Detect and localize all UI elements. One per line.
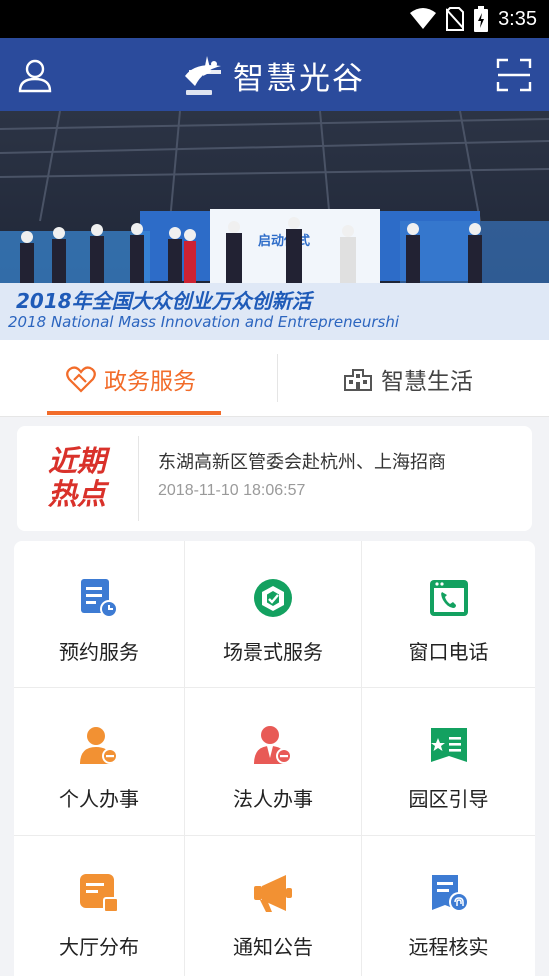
banner-carousel[interactable]: 启动仪式 2018年全国大众创业万众创新活 2018 National Mass…	[0, 111, 549, 340]
services-grid: 预约服务 场景式服务 窗口电话 个人办事 法人办事 园区引导 大厅分布 通知公告…	[14, 541, 535, 976]
service-label: 通知公告	[233, 935, 313, 959]
tab-life-label: 智慧生活	[381, 368, 473, 395]
scene-service-icon	[254, 579, 292, 617]
service-label: 个人办事	[59, 787, 139, 811]
hot-tag-line2: 热点	[47, 477, 106, 511]
app-logo: 智慧光谷	[181, 50, 365, 100]
phone-window-icon	[429, 580, 468, 616]
app-title: 智慧光谷	[233, 60, 365, 97]
scan-icon	[496, 58, 532, 91]
banner-caption-en: 2018 National Mass Innovation and Entrep…	[8, 313, 400, 331]
tab-bar: 政务服务 智慧生活	[0, 340, 549, 417]
wifi-icon	[410, 8, 437, 29]
tab-smart-life[interactable]: 智慧生活	[343, 340, 473, 417]
service-notice[interactable]: 通知公告	[185, 836, 361, 976]
service-appointment[interactable]: 预约服务	[14, 541, 184, 687]
megaphone-icon	[254, 875, 292, 912]
service-label: 法人办事	[233, 787, 313, 811]
banner-caption-cn: 2018年全国大众创业万众创新活	[16, 289, 315, 313]
service-label: 远程核实	[408, 935, 489, 959]
tab-divider	[277, 354, 278, 402]
status-bar: 3:35	[0, 0, 549, 38]
service-label: 园区引导	[408, 787, 489, 811]
legal-person-icon	[254, 726, 292, 764]
banner-image: 启动仪式 2018年全国大众创业万众创新活 2018 National Mass…	[0, 111, 549, 340]
news-title: 东湖高新区管委会赴杭州、上海招商	[158, 452, 446, 473]
hall-icon	[80, 874, 119, 913]
news-separator	[138, 436, 139, 521]
person-icon	[80, 727, 118, 764]
no-sim-icon	[446, 7, 465, 31]
service-park-guide[interactable]: 园区引导	[362, 688, 535, 835]
appointment-icon	[81, 579, 118, 618]
park-guide-icon	[430, 728, 467, 762]
app-header: 智慧光谷	[0, 38, 549, 111]
building-icon	[344, 368, 372, 391]
service-label: 预约服务	[59, 640, 139, 664]
tab-gov-services[interactable]: 政务服务	[66, 340, 196, 417]
active-tab-indicator	[47, 411, 221, 415]
profile-button[interactable]	[0, 38, 70, 111]
service-phone-window[interactable]: 窗口电话	[362, 541, 535, 687]
hot-news-tag: 近期 热点	[43, 445, 111, 511]
service-remote-verify[interactable]: 远程核实	[362, 836, 535, 976]
heart-hand-icon	[66, 365, 96, 393]
status-time: 3:35	[498, 7, 537, 30]
remote-verify-icon	[431, 875, 469, 912]
service-label: 窗口电话	[408, 640, 489, 664]
tab-gov-label: 政务服务	[104, 368, 196, 395]
news-time: 2018-11-10 18:06:57	[158, 482, 306, 499]
battery-icon	[474, 6, 489, 32]
service-personal[interactable]: 个人办事	[14, 688, 184, 835]
banner-screen-text: 启动仪式	[258, 233, 310, 249]
hot-tag-line1: 近期	[47, 444, 106, 478]
scan-button[interactable]	[479, 38, 549, 111]
service-legal-person[interactable]: 法人办事	[185, 688, 361, 835]
user-icon	[18, 59, 52, 92]
service-scene[interactable]: 场景式服务	[185, 541, 361, 687]
service-label: 大厅分布	[59, 935, 139, 959]
status-icons: 3:35	[410, 6, 537, 32]
guanggu-logo-icon	[185, 56, 221, 95]
service-hall[interactable]: 大厅分布	[14, 836, 184, 976]
service-label: 场景式服务	[223, 640, 323, 664]
hot-news-card[interactable]: 近期 热点 东湖高新区管委会赴杭州、上海招商 2018-11-10 18:06:…	[17, 426, 532, 531]
